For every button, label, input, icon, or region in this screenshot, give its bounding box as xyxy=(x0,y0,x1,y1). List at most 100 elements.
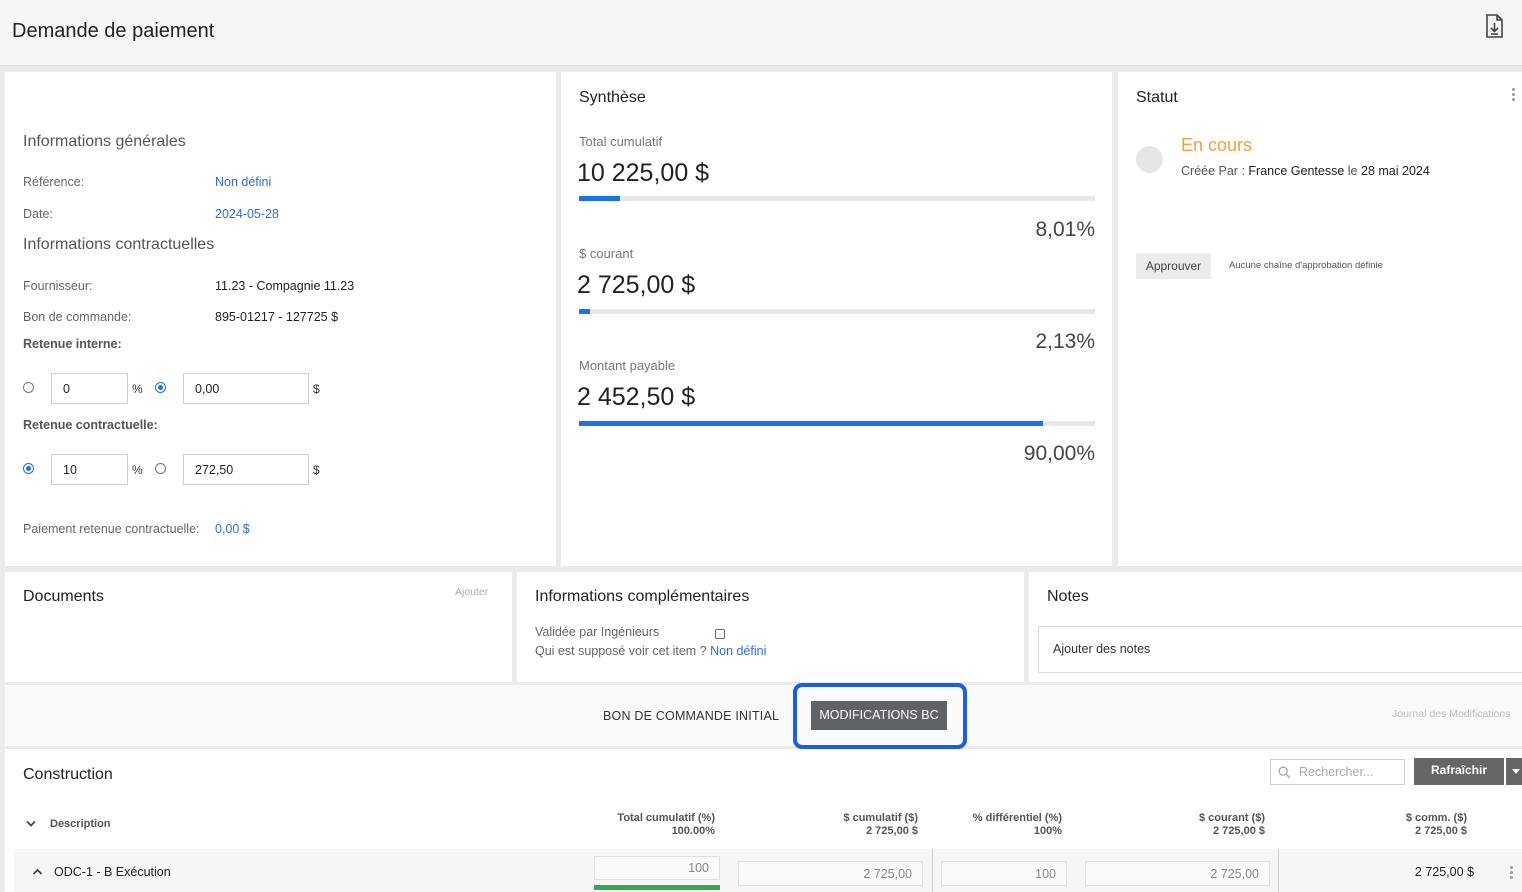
internal-retention-label: Retenue interne: xyxy=(23,337,122,351)
search-placeholder: Rechercher... xyxy=(1299,765,1374,779)
created-by-name: France Gentesse xyxy=(1248,164,1345,178)
status-text: En cours xyxy=(1181,135,1253,155)
reference-label: Référence: xyxy=(23,175,85,189)
created-by-label: Créée Par : xyxy=(1181,164,1245,178)
po-label: Bon de commande: xyxy=(23,310,132,324)
total-cumul-bar xyxy=(579,196,1095,201)
journal-link[interactable]: Journal des Modifications xyxy=(1392,708,1510,720)
column-divider xyxy=(932,849,933,892)
contractual-pct-radio[interactable] xyxy=(23,463,34,474)
approval-chain-note: Aucune chaîne d'approbation définie xyxy=(1229,260,1383,271)
po-value: 895-01217 - 127725 $ xyxy=(215,310,339,324)
supplier-value: 11.23 - Compagnie 11.23 xyxy=(215,279,355,293)
col-total-pct-total: 100.00% xyxy=(671,825,715,837)
payment-retention-label: Paiement retenue contractuelle: xyxy=(23,522,200,536)
amount-unit: $ xyxy=(313,463,320,477)
approve-button[interactable]: Approuver xyxy=(1136,253,1211,279)
internal-pct-radio[interactable] xyxy=(23,382,34,393)
payable-bar xyxy=(579,421,1095,426)
page-title: Demande de paiement xyxy=(12,20,215,42)
row-total-pct-bar xyxy=(594,885,720,890)
col-description[interactable]: Description xyxy=(50,818,111,831)
column-divider xyxy=(1278,849,1279,892)
general-info-title: Informations générales xyxy=(23,133,186,150)
row-cumul-input[interactable]: 2 725,00 xyxy=(738,861,923,886)
internal-amount-radio[interactable] xyxy=(155,382,166,393)
contractual-amount-radio[interactable] xyxy=(155,463,166,474)
row-description: ODC-1 - B Exécution xyxy=(54,865,171,879)
notes-card: Notes Ajouter des notes xyxy=(1029,572,1522,682)
payment-retention-value[interactable]: 0,00 $ xyxy=(215,522,250,536)
refresh-dropdown[interactable] xyxy=(1506,758,1522,785)
created-on-date: 28 mai 2024 xyxy=(1361,164,1430,178)
col-courant-total: 2 725,00 $ xyxy=(1213,825,1265,837)
created-by: Créée Par : France Gentesse le 28 mai 20… xyxy=(1181,164,1430,178)
validated-label: Validée par Ingénieurs xyxy=(535,625,660,639)
current-pct: 2,13% xyxy=(1035,330,1095,353)
row-total-pct-input[interactable]: 100 xyxy=(594,856,720,880)
status-menu-icon[interactable] xyxy=(1512,88,1515,103)
row-courant-input[interactable]: 2 725,00 xyxy=(1085,861,1270,886)
add-document-link[interactable]: Ajouter xyxy=(455,586,488,598)
col-total-pct[interactable]: Total cumulatif (%) 100.00% xyxy=(515,812,715,838)
tab-initial-po[interactable]: BON DE COMMANDE INITIAL xyxy=(603,709,779,723)
tab-po-modifications[interactable]: MODIFICATIONS BC xyxy=(811,701,947,730)
chevron-down-icon xyxy=(1512,769,1520,774)
status-title: Statut xyxy=(1136,89,1178,106)
who-sees-label: Qui est supposé voir cet item ? xyxy=(535,644,707,658)
complementary-card: Informations complémentaires Validée par… xyxy=(517,572,1024,682)
construction-card: Construction Rechercher... Rafraîchir De… xyxy=(5,749,1522,892)
search-icon xyxy=(1278,766,1291,779)
file-download-icon[interactable] xyxy=(1484,14,1504,38)
col-comm[interactable]: $ comm. ($) 2 725,00 $ xyxy=(1267,812,1467,838)
current-bar-fill xyxy=(579,309,590,314)
who-sees-row: Qui est supposé voir cet item ? Non défi… xyxy=(535,644,766,658)
payable-bar-fill xyxy=(579,421,1044,426)
contractual-retention-label: Retenue contractuelle: xyxy=(23,418,158,432)
tabs-bar: BON DE COMMANDE INITIAL MODIFICATIONS BC… xyxy=(5,683,1522,749)
row-diff-pct-input[interactable]: 100 xyxy=(941,861,1067,886)
date-value[interactable]: 2024-05-28 xyxy=(215,207,279,221)
table-row[interactable]: ODC-1 - B Exécution 100 2 725,00 100 2 7… xyxy=(14,849,1522,892)
documents-card: Documents Ajouter xyxy=(5,572,512,682)
supplier-label: Fournisseur: xyxy=(23,279,93,293)
internal-pct-input[interactable]: 0 xyxy=(51,373,128,404)
refresh-button[interactable]: Rafraîchir xyxy=(1414,758,1504,785)
col-total-pct-label: Total cumulatif (%) xyxy=(617,812,715,824)
synthese-title: Synthèse xyxy=(579,89,646,106)
payable-label: Montant payable xyxy=(579,358,676,373)
documents-title: Documents xyxy=(23,588,104,605)
internal-amount-input[interactable]: 0,00 xyxy=(183,373,309,404)
collapse-all-icon[interactable] xyxy=(25,820,37,828)
current-bar xyxy=(579,309,1095,314)
total-cumul-value: 10 225,00 $ xyxy=(577,159,710,187)
date-label: Date: xyxy=(23,207,53,221)
row-menu-icon[interactable] xyxy=(1510,866,1513,881)
contractual-amount-input[interactable]: 272,50 xyxy=(183,454,309,485)
total-cumul-bar-fill xyxy=(579,196,621,201)
search-input[interactable]: Rechercher... xyxy=(1270,759,1405,785)
status-card: Statut En cours Créée Par : France Gente… xyxy=(1118,72,1522,566)
total-cumul-label: Total cumulatif xyxy=(579,134,663,149)
total-cumul-pct: 8,01% xyxy=(1035,218,1095,241)
row-comm-value: 2 725,00 $ xyxy=(1414,865,1474,879)
row-total-pct-bar-fill xyxy=(594,885,720,890)
current-label: $ courant xyxy=(579,246,634,261)
col-courant[interactable]: $ courant ($) 2 725,00 $ xyxy=(1065,812,1265,838)
col-courant-label: $ courant ($) xyxy=(1198,812,1265,824)
validated-checkbox[interactable] xyxy=(715,629,725,639)
reference-value[interactable]: Non défini xyxy=(215,175,271,189)
construction-title: Construction xyxy=(23,766,113,783)
general-info-card: Informations générales Référence: Non dé… xyxy=(5,72,556,566)
complementary-title: Informations complémentaires xyxy=(535,588,750,605)
col-diff-pct-label: % différentiel (%) xyxy=(972,812,1062,824)
contractual-pct-input[interactable]: 10 xyxy=(51,454,128,485)
current-value: 2 725,00 $ xyxy=(577,271,696,299)
chevron-up-icon[interactable] xyxy=(32,868,43,875)
who-sees-value[interactable]: Non défini xyxy=(710,644,766,658)
notes-input[interactable]: Ajouter des notes xyxy=(1038,626,1522,673)
amount-unit: $ xyxy=(313,382,320,396)
pct-unit: % xyxy=(132,382,143,396)
col-diff-pct[interactable]: % différentiel (%) 100% xyxy=(862,812,1062,838)
notes-title: Notes xyxy=(1047,588,1089,605)
